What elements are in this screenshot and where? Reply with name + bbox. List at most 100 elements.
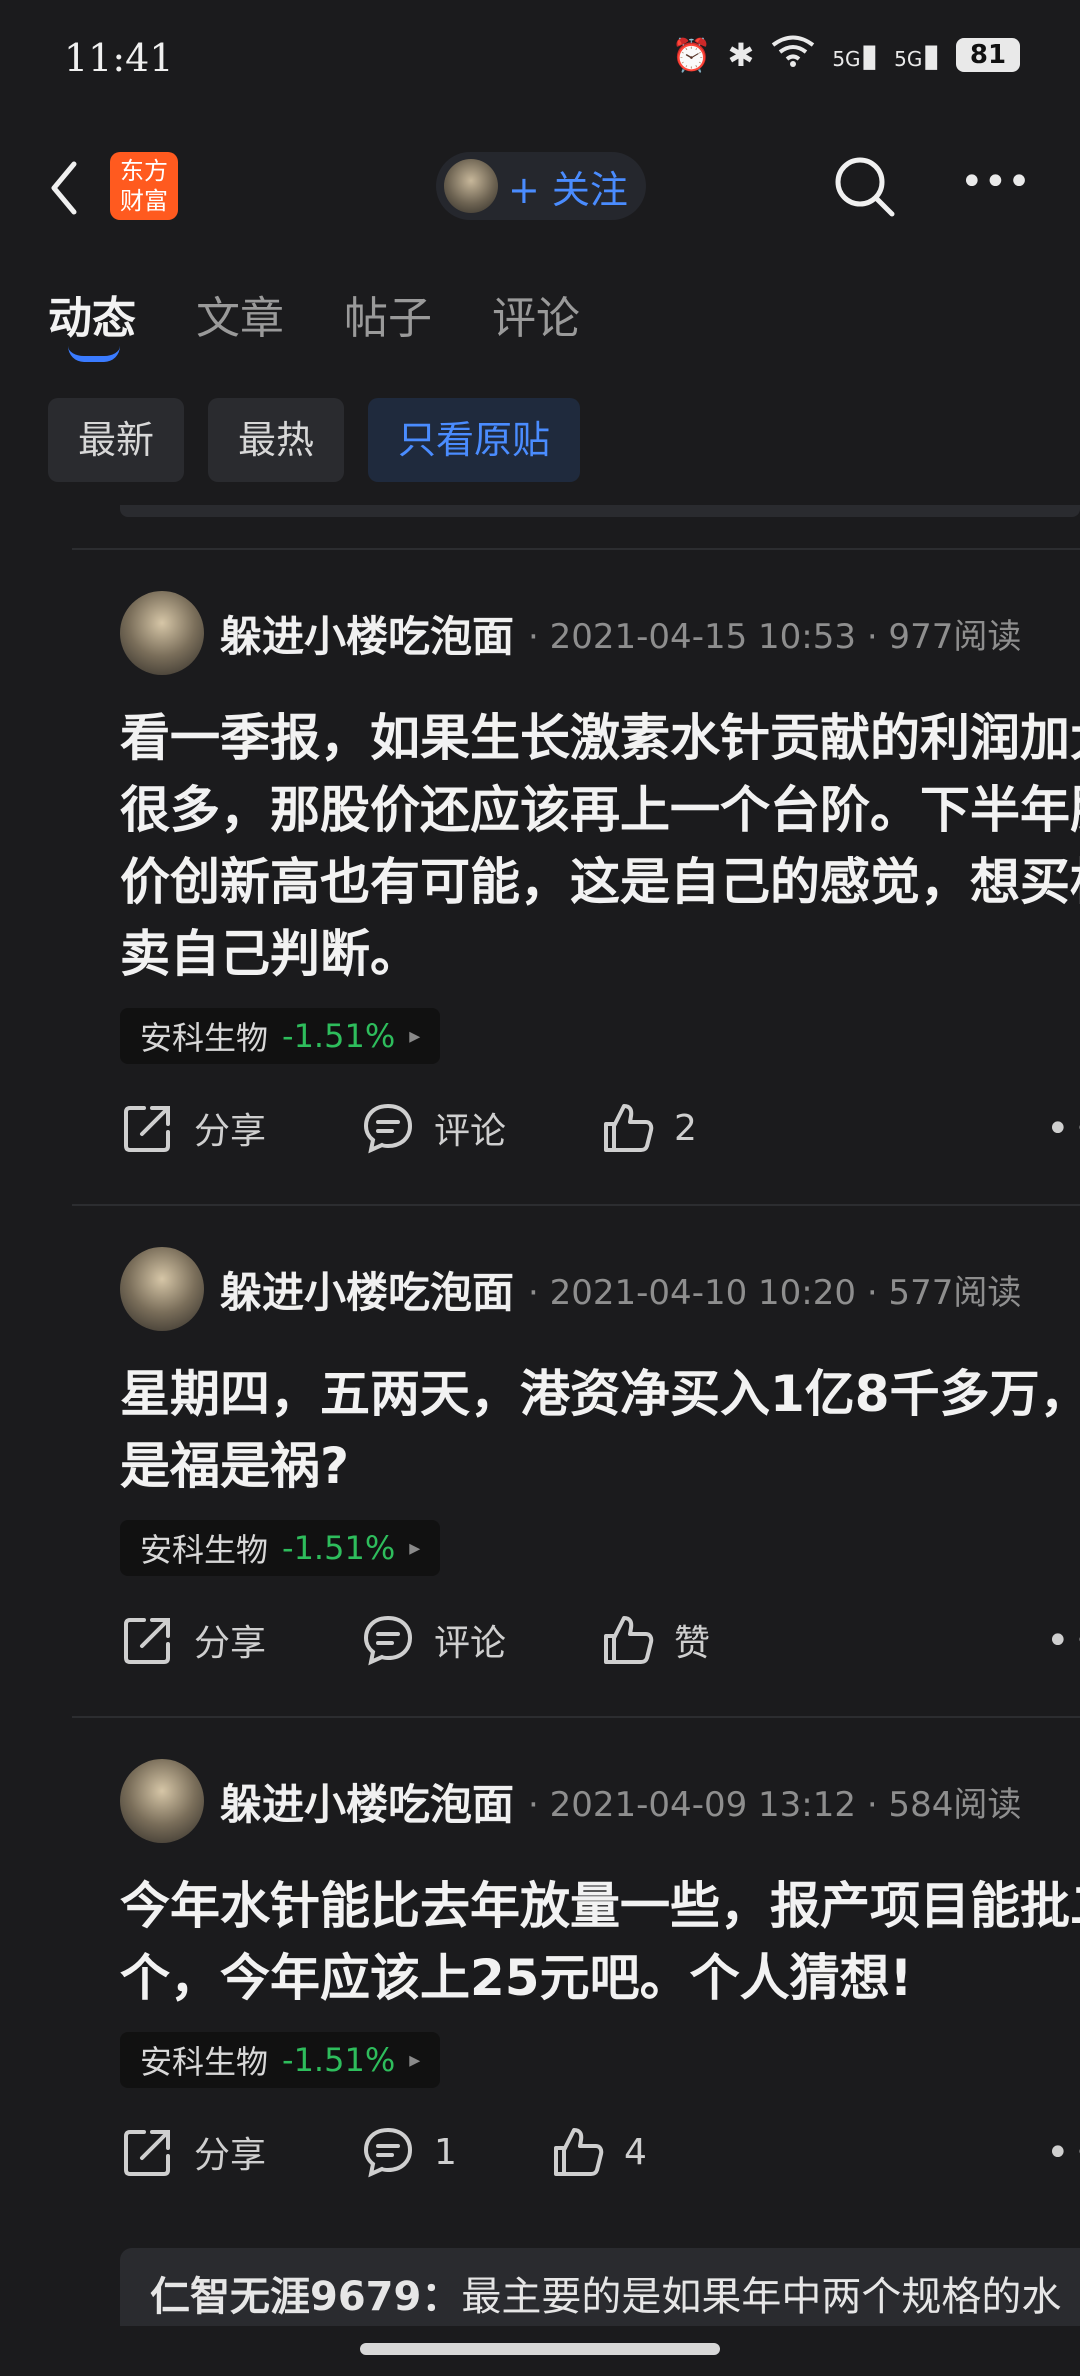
stock-tag[interactable]: 安科生物 -1.51% ▸ [120,2032,441,2088]
reply-author[interactable]: 仁智无涯9679： [150,2274,461,2320]
share-button[interactable]: 分享 [120,2124,266,2180]
share-label: 分享 [194,1111,267,1152]
like-label: 赞 [674,1623,711,1664]
post-card[interactable]: 躲进小楼吃泡面 · 2021-04-09 13:12 · 584阅读 今年水针能… [120,1758,1080,2204]
post-body[interactable]: 星期四，五两天，港资净买入1亿8千多万，是福是祸? [120,1358,1080,1502]
author-name[interactable]: 躲进小楼吃泡面 [220,603,514,664]
status-bar: 11:41 ⏰ ✱ 5G▮ 5G▮ 81 [0,0,1080,120]
like-button[interactable]: 4 [550,2124,647,2180]
author-avatar[interactable] [120,1759,204,1843]
cellular-1-icon: 5G▮ [832,36,879,74]
caret-right-icon: ▸ [409,1535,421,1561]
post-more-button[interactable]: ••• [1046,1106,1080,1152]
status-icons: ⏰ ✱ 5G▮ 5G▮ 81 [672,34,1020,76]
post-more-button[interactable]: ••• [1046,2130,1080,2176]
thumbs-up-icon [604,1104,654,1152]
comment-label: 评论 [434,1111,507,1152]
post-body[interactable]: 看一季报，如果生长激素水针贡献的利润加大很多，那股价还应该再上一个台阶。下半年股… [120,702,1080,990]
stock-change: -1.51% [282,1017,396,1055]
follow-label: + 关注 [508,167,628,212]
logo-line-2: 财富 [120,187,168,215]
like-count: 2 [674,1107,697,1149]
battery-indicator: 81 [956,38,1020,72]
stock-tag[interactable]: 安科生物 -1.51% ▸ [120,1008,441,1064]
tab-articles[interactable]: 文章 [196,282,284,346]
previous-card-edge [120,505,1080,517]
follow-button[interactable]: + 关注 [436,152,646,220]
more-dots-icon: ••• [960,159,1031,205]
post-actions: 分享 1 4 ••• [120,2124,1080,2204]
post-card[interactable]: 躲进小楼吃泡面 · 2021-04-10 10:20 · 577阅读 星期四，五… [120,1246,1080,1692]
author-avatar[interactable] [120,591,204,675]
stock-tag[interactable]: 安科生物 -1.51% ▸ [120,1520,441,1576]
caret-right-icon: ▸ [409,1023,421,1049]
tab-posts[interactable]: 帖子 [344,282,432,346]
post-header: 躲进小楼吃泡面 · 2021-04-15 10:53 · 977阅读 [120,590,1080,676]
reply-text: 最主要的是如果年中两个规格的水 [461,2274,1062,2320]
avatar [444,159,498,213]
reply-preview[interactable]: 仁智无涯9679：最主要的是如果年中两个规格的水 [120,2248,1080,2338]
comment-button[interactable]: 评论 [360,1100,506,1156]
like-count: 4 [624,2131,647,2173]
chevron-left-icon [51,161,77,215]
search-button[interactable] [830,152,900,222]
tab-label: 文章 [196,293,284,344]
comment-icon [363,1615,413,1666]
app-logo[interactable]: 东方 财富 [110,152,178,220]
divider [72,1204,1080,1206]
like-button[interactable]: 2 [600,1100,697,1156]
divider [72,548,1080,550]
post-body[interactable]: 今年水针能比去年放量一些，报产项目能批二个，今年应该上25元吧。个人猜想! [120,1870,1080,2014]
tab-label: 动态 [48,293,136,344]
more-button[interactable]: ••• [960,152,1031,222]
filter-latest[interactable]: 最新 [48,398,185,482]
filter-hottest[interactable]: 最热 [208,398,345,482]
post-actions: 分享 评论 赞 ••• [120,1612,1080,1692]
divider [72,1716,1080,1718]
wifi-icon [770,34,816,76]
stock-name: 安科生物 [140,1019,269,1057]
tab-bar: 动态 文章 帖子 评论 [48,282,580,362]
like-button[interactable]: 赞 [600,1612,710,1668]
share-label: 分享 [194,2135,267,2176]
tab-comments[interactable]: 评论 [492,282,580,346]
author-name[interactable]: 躲进小楼吃泡面 [220,1771,514,1832]
author-name[interactable]: 躲进小楼吃泡面 [220,1259,514,1320]
post-more-button[interactable]: ••• [1046,1618,1080,1664]
filter-bar: 最新 最热 只看原贴 [48,398,581,482]
caret-right-icon: ▸ [409,2047,421,2073]
logo-line-1: 东方 [120,157,168,185]
comment-count: 1 [434,2131,457,2173]
thumbs-up-icon [604,1616,654,1664]
tab-label: 帖子 [344,293,432,344]
stock-change: -1.51% [282,2041,396,2079]
post-header: 躲进小楼吃泡面 · 2021-04-09 13:12 · 584阅读 [120,1758,1080,1844]
search-icon [835,157,895,217]
cellular-2-icon: 5G▮ [894,36,940,74]
comment-button[interactable]: 1 [360,2124,457,2180]
share-icon [124,1618,170,1664]
status-time: 11:41 [64,36,174,80]
share-label: 分享 [194,1623,267,1664]
filter-original-only[interactable]: 只看原贴 [368,398,581,482]
comment-icon [363,1103,413,1154]
thumbs-up-icon [554,2128,604,2176]
post-meta: · 2021-04-15 10:53 · 977阅读 [528,616,1022,657]
stock-name: 安科生物 [140,2043,269,2081]
stock-change: -1.51% [282,1529,396,1567]
author-avatar[interactable] [120,1247,204,1331]
post-card[interactable]: 躲进小楼吃泡面 · 2021-04-15 10:53 · 977阅读 看一季报，… [120,590,1080,1180]
tab-dynamic[interactable]: 动态 [48,282,136,362]
comment-button[interactable]: 评论 [360,1612,506,1668]
comment-icon [363,2127,413,2178]
tab-label: 评论 [492,293,580,344]
share-button[interactable]: 分享 [120,1612,266,1668]
active-tab-indicator [68,346,120,362]
share-button[interactable]: 分享 [120,1100,266,1156]
share-icon [124,2130,170,2176]
back-button[interactable] [44,150,94,220]
stock-name: 安科生物 [140,1531,269,1569]
bluetooth-icon: ✱ [727,36,755,74]
share-icon [124,1106,170,1152]
home-indicator[interactable] [360,2343,720,2355]
